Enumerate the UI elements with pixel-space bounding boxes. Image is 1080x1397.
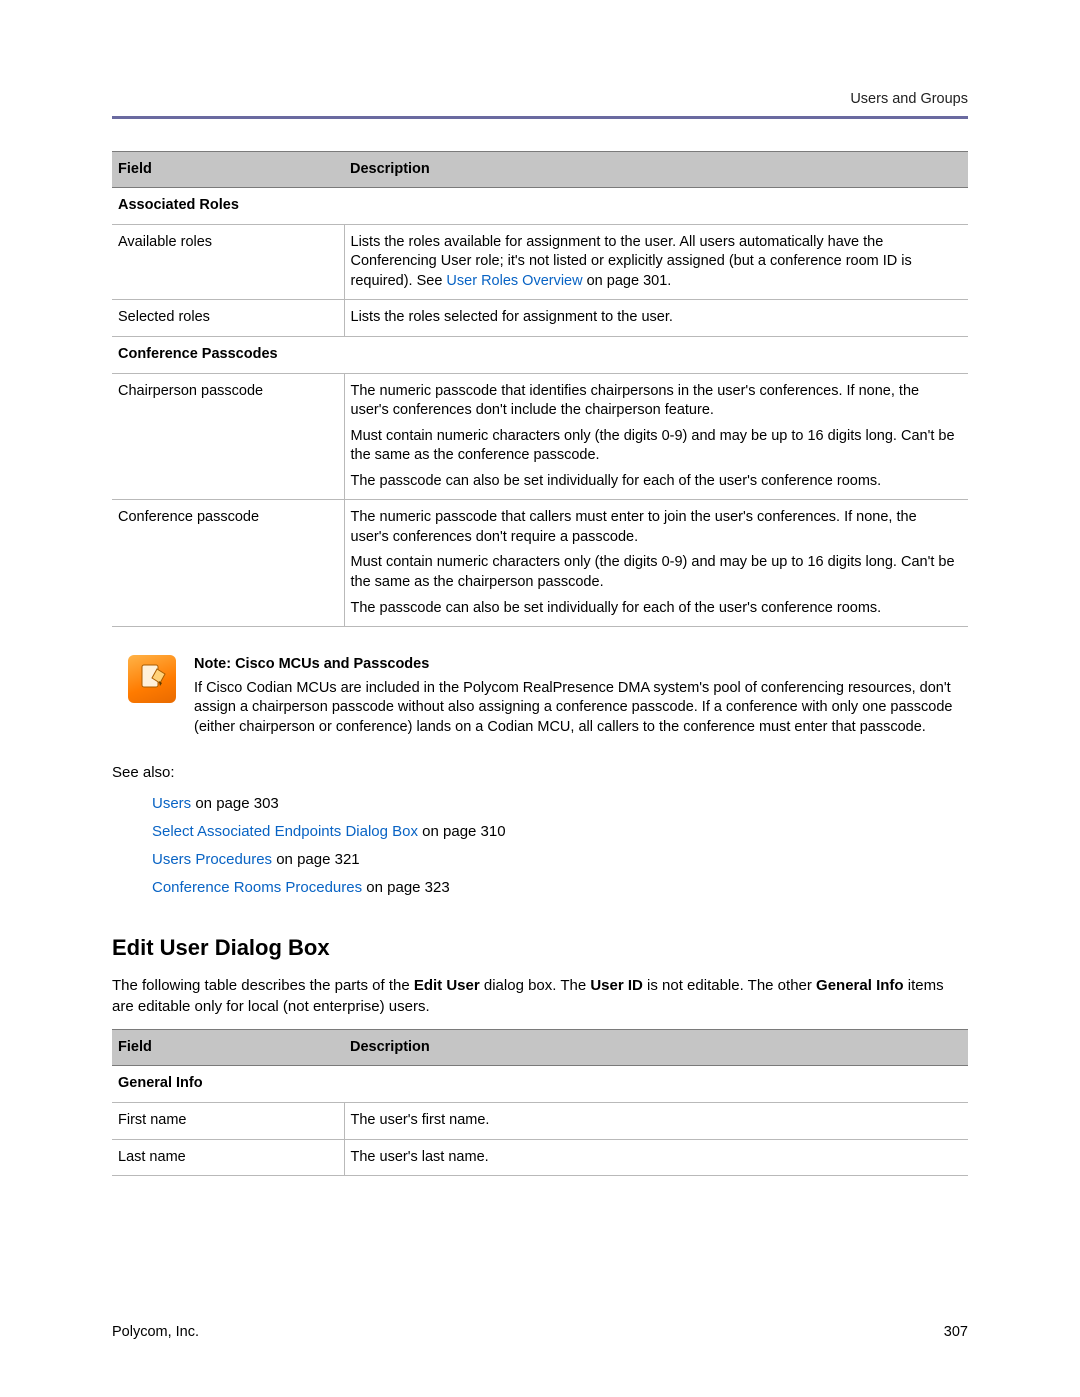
desc-cell: Lists the roles selected for assignment … <box>344 300 968 337</box>
running-header: Users and Groups <box>112 90 968 110</box>
table-row: Last name The user's last name. <box>112 1139 968 1176</box>
document-page: Users and Groups Field Description Assoc… <box>0 0 1080 1397</box>
note-text: Note: Cisco MCUs and Passcodes If Cisco … <box>194 655 968 737</box>
note-body: If Cisco Codian MCUs are included in the… <box>194 679 968 738</box>
col-header-description: Description <box>344 1029 968 1066</box>
col-header-field: Field <box>112 1029 344 1066</box>
desc-cell: The user's first name. <box>344 1102 968 1139</box>
note-block: Note: Cisco MCUs and Passcodes If Cisco … <box>128 655 968 737</box>
see-also-label: See also: <box>112 763 968 783</box>
table-row: First name The user's first name. <box>112 1102 968 1139</box>
link-conference-rooms-procedures[interactable]: Conference Rooms Procedures <box>152 879 362 896</box>
section-conference-passcodes: Conference Passcodes <box>112 336 968 373</box>
desc-cell: Lists the roles available for assignment… <box>344 224 968 300</box>
desc-cell: The numeric passcode that callers must e… <box>344 500 968 627</box>
edit-user-table: Field Description General Info First nam… <box>112 1029 968 1176</box>
see-also-item: Users Procedures on page 321 <box>152 850 968 870</box>
link-users[interactable]: Users <box>152 795 191 812</box>
section-general-info: General Info <box>112 1066 968 1103</box>
section-intro: The following table describes the parts … <box>112 976 968 1017</box>
desc-cell: The user's last name. <box>344 1139 968 1176</box>
field-cell: Last name <box>112 1139 344 1176</box>
field-cell: Selected roles <box>112 300 344 337</box>
heading-edit-user-dialog-box: Edit User Dialog Box <box>112 933 968 963</box>
desc-cell: The numeric passcode that identifies cha… <box>344 373 968 500</box>
table-row: Available roles Lists the roles availabl… <box>112 224 968 300</box>
table-row: Chairperson passcode The numeric passcod… <box>112 373 968 500</box>
link-select-associated-endpoints[interactable]: Select Associated Endpoints Dialog Box <box>152 823 418 840</box>
footer-company: Polycom, Inc. <box>112 1323 199 1343</box>
link-users-procedures[interactable]: Users Procedures <box>152 851 272 868</box>
col-header-field: Field <box>112 151 344 188</box>
table-row: Selected roles Lists the roles selected … <box>112 300 968 337</box>
field-cell: Conference passcode <box>112 500 344 627</box>
see-also-item: Users on page 303 <box>152 794 968 814</box>
see-also-item: Conference Rooms Procedures on page 323 <box>152 878 968 898</box>
footer-page-number: 307 <box>944 1323 968 1343</box>
header-rule <box>112 116 968 119</box>
roles-passcodes-table: Field Description Associated Roles Avail… <box>112 151 968 628</box>
see-also-item: Select Associated Endpoints Dialog Box o… <box>152 822 968 842</box>
field-cell: First name <box>112 1102 344 1139</box>
note-icon <box>128 655 176 703</box>
page-footer: Polycom, Inc. 307 <box>112 1323 968 1343</box>
table-row: Conference passcode The numeric passcode… <box>112 500 968 627</box>
section-associated-roles: Associated Roles <box>112 188 968 225</box>
link-user-roles-overview[interactable]: User Roles Overview <box>446 273 582 289</box>
field-cell: Available roles <box>112 224 344 300</box>
field-cell: Chairperson passcode <box>112 373 344 500</box>
see-also: See also: Users on page 303 Select Assoc… <box>112 763 968 898</box>
note-title: Note: Cisco MCUs and Passcodes <box>194 655 968 675</box>
col-header-description: Description <box>344 151 968 188</box>
